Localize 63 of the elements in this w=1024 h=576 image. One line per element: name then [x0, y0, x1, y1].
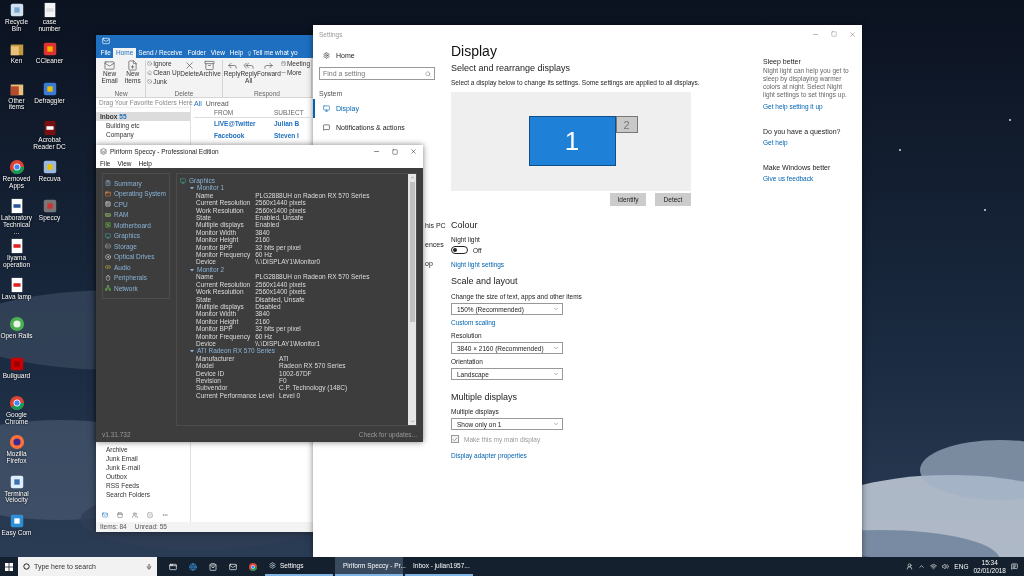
settings-icon — [269, 562, 276, 569]
mouse-icon — [105, 274, 111, 281]
speech-bubble-icon — [323, 124, 330, 131]
section-heading: Multiple displays — [451, 392, 519, 402]
check-icon — [452, 435, 458, 443]
block-icon — [147, 79, 153, 84]
display-tile[interactable]: 1 — [528, 116, 616, 166]
calendar-icon — [280, 61, 286, 66]
delete-icon — [184, 60, 196, 71]
chevron-icon[interactable] — [918, 563, 926, 570]
chip-icon — [105, 201, 111, 208]
document-icon — [127, 60, 139, 71]
store-icon[interactable] — [209, 562, 217, 571]
browser-icon[interactable] — [249, 562, 257, 571]
task-view-icon[interactable] — [169, 562, 177, 571]
minimize-icon[interactable] — [373, 148, 380, 155]
section-heading: Colour — [451, 220, 479, 230]
lightbulb-icon — [246, 50, 252, 56]
windows-logo-icon — [5, 562, 13, 571]
monitor-icon — [105, 232, 111, 239]
network-icon[interactable] — [930, 563, 938, 570]
close-icon[interactable] — [410, 148, 417, 155]
search-icon — [425, 70, 431, 77]
chevron-down-icon — [553, 371, 559, 377]
block-icon — [147, 61, 153, 66]
memory-icon — [105, 211, 111, 218]
section-heading: Scale and layout — [451, 276, 519, 286]
app-icon — [100, 148, 107, 155]
circuit-board-icon — [105, 222, 111, 229]
hard-drive-icon — [105, 243, 111, 250]
page-title: Display — [451, 43, 498, 59]
section-heading: Select and rearrange displays — [451, 63, 572, 73]
reply-icon — [226, 60, 238, 71]
speaker-icon — [105, 264, 111, 271]
monitor-icon — [180, 177, 186, 184]
disc-icon — [105, 253, 111, 260]
network-icon — [105, 285, 111, 292]
volume-icon[interactable] — [942, 563, 950, 570]
people-icon[interactable] — [906, 563, 914, 570]
microphone-icon[interactable] — [146, 563, 152, 570]
chevron-down-icon — [553, 306, 559, 312]
mail-icon — [102, 37, 110, 45]
close-icon[interactable] — [849, 30, 856, 38]
mail-icon — [104, 60, 116, 71]
search-icon — [23, 563, 30, 570]
more-icon — [280, 70, 286, 75]
chevron-down-icon — [553, 421, 559, 427]
archive-icon — [204, 60, 216, 71]
chevron-down-icon — [553, 345, 559, 351]
maximize-icon[interactable] — [392, 148, 398, 155]
eraser-icon — [147, 70, 153, 75]
more-icon[interactable] — [162, 512, 168, 518]
notification-icon[interactable] — [1011, 563, 1018, 570]
browser-icon — [8, 159, 25, 176]
browser-icon — [8, 394, 25, 411]
toggle-switch[interactable] — [451, 246, 468, 254]
settings-icon — [323, 52, 330, 59]
forward-icon — [263, 60, 275, 71]
calendar-icon[interactable] — [117, 512, 123, 518]
reply-all-icon — [243, 60, 255, 71]
clipboard-icon — [105, 180, 111, 187]
window-icon — [105, 190, 111, 197]
monitor-icon — [323, 105, 330, 112]
